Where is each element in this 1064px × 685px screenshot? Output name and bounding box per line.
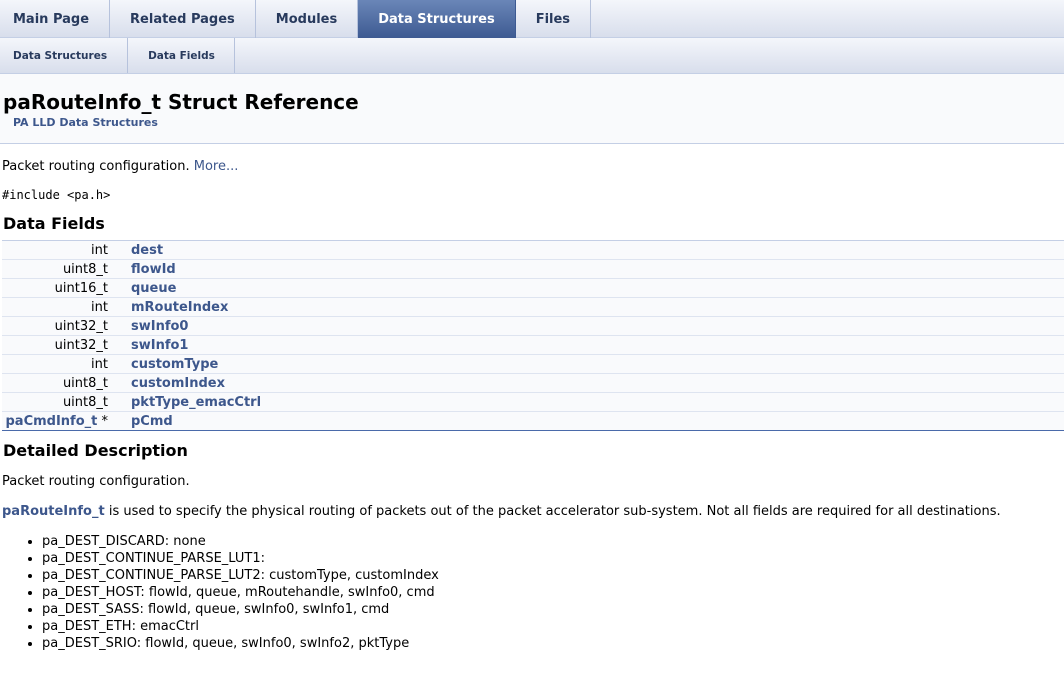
list-item: pa_DEST_ETH: emacCtrl — [42, 618, 1064, 635]
tab-main-page[interactable]: Main Page — [0, 0, 111, 38]
brief-text: Packet routing configuration. — [2, 159, 194, 174]
field-type-text: uint32_t — [54, 337, 108, 353]
struct-link[interactable]: paRouteInfo_t — [2, 504, 105, 519]
field-type-text: uint8_t — [62, 394, 108, 410]
list-item: pa_DEST_CONTINUE_PARSE_LUT2: customType,… — [42, 567, 1064, 584]
field-type: paCmdInfo_t * — [2, 411, 120, 431]
brief-description: Packet routing configuration. More... — [2, 158, 1064, 176]
field-name-link[interactable]: pktType_emacCtrl — [120, 392, 1064, 412]
table-row: int customType — [2, 354, 1064, 374]
field-type-text: uint32_t — [54, 318, 108, 334]
table-row: int mRouteIndex — [2, 297, 1064, 317]
field-type: int — [2, 240, 120, 260]
list-item: pa_DEST_SRIO: flowId, queue, swInfo0, sw… — [42, 635, 1064, 652]
tab-related-pages[interactable]: Related Pages — [110, 0, 256, 38]
field-type: uint32_t — [2, 316, 120, 336]
field-type-text: uint16_t — [54, 280, 108, 296]
more-link[interactable]: More... — [194, 159, 239, 174]
subtab-data-fields[interactable]: Data Fields — [128, 38, 235, 73]
table-row: uint8_t flowId — [2, 259, 1064, 279]
field-name-link[interactable]: mRouteIndex — [120, 297, 1064, 317]
table-row: int dest — [2, 240, 1064, 260]
field-name-link[interactable]: queue — [120, 278, 1064, 298]
table-row: paCmdInfo_t * pCmd — [2, 411, 1064, 431]
include-line: #include <pa.h> — [2, 188, 111, 202]
detailed-para-1: Packet routing configuration. — [2, 474, 190, 489]
destination-list: pa_DEST_DISCARD: none pa_DEST_CONTINUE_P… — [2, 533, 1064, 652]
detailed-para-2-text: is used to specify the physical routing … — [104, 504, 1001, 519]
field-type: uint16_t — [2, 278, 120, 298]
detailed-para-2: paRouteInfo_t is used to specify the phy… — [2, 503, 1064, 521]
group-link[interactable]: PA LLD Data Structures — [13, 116, 1064, 129]
table-row: uint8_t pktType_emacCtrl — [2, 392, 1064, 412]
sub-tabs: Data Structures Data Fields — [0, 38, 1064, 74]
field-type-suffix: * — [97, 413, 108, 429]
field-type: uint8_t — [2, 373, 120, 393]
field-name-link[interactable]: customIndex — [120, 373, 1064, 393]
data-fields-table: int dest uint8_t flowId uint16_t queue int mRou… — [2, 240, 1064, 431]
field-type-text: int — [91, 356, 108, 372]
field-type-text: int — [91, 242, 108, 258]
field-name-link[interactable]: swInfo1 — [120, 335, 1064, 355]
detailed-description-heading: Detailed Description — [3, 441, 188, 460]
field-type-link[interactable]: paCmdInfo_t — [5, 414, 97, 429]
list-item: pa_DEST_SASS: flowId, queue, swInfo0, sw… — [42, 601, 1064, 618]
page-title: paRouteInfo_t Struct Reference — [3, 90, 359, 114]
data-fields-heading: Data Fields — [3, 214, 105, 233]
field-name-link[interactable]: swInfo0 — [120, 316, 1064, 336]
tab-files[interactable]: Files — [516, 0, 592, 38]
field-name-link[interactable]: customType — [120, 354, 1064, 374]
table-row: uint16_t queue — [2, 278, 1064, 298]
list-item: pa_DEST_HOST: flowId, queue, mRoutehandl… — [42, 584, 1064, 601]
field-type-text: uint8_t — [62, 261, 108, 277]
field-name-link[interactable]: pCmd — [120, 411, 1064, 431]
field-type: uint8_t — [2, 392, 120, 412]
table-row: uint32_t swInfo1 — [2, 335, 1064, 355]
field-type: int — [2, 354, 120, 374]
page-content: Packet routing configuration. More... #i… — [0, 158, 1064, 652]
field-type-text: uint8_t — [62, 375, 108, 391]
field-type: uint8_t — [2, 259, 120, 279]
list-item: pa_DEST_DISCARD: none — [42, 533, 1064, 550]
main-tabs: Main Page Related Pages Modules Data Str… — [0, 0, 1064, 38]
tab-modules[interactable]: Modules — [256, 0, 359, 38]
page-header: paRouteInfo_t Struct Reference PA LLD Da… — [0, 74, 1064, 144]
field-type: int — [2, 297, 120, 317]
field-type-text: int — [91, 299, 108, 315]
subtab-data-structures[interactable]: Data Structures — [0, 38, 129, 73]
table-row: uint32_t swInfo0 — [2, 316, 1064, 336]
list-item: pa_DEST_CONTINUE_PARSE_LUT1: — [42, 550, 1064, 567]
table-row: uint8_t customIndex — [2, 373, 1064, 393]
field-name-link[interactable]: dest — [120, 240, 1064, 260]
field-name-link[interactable]: flowId — [120, 259, 1064, 279]
tab-data-structures[interactable]: Data Structures — [358, 0, 516, 38]
field-type: uint32_t — [2, 335, 120, 355]
